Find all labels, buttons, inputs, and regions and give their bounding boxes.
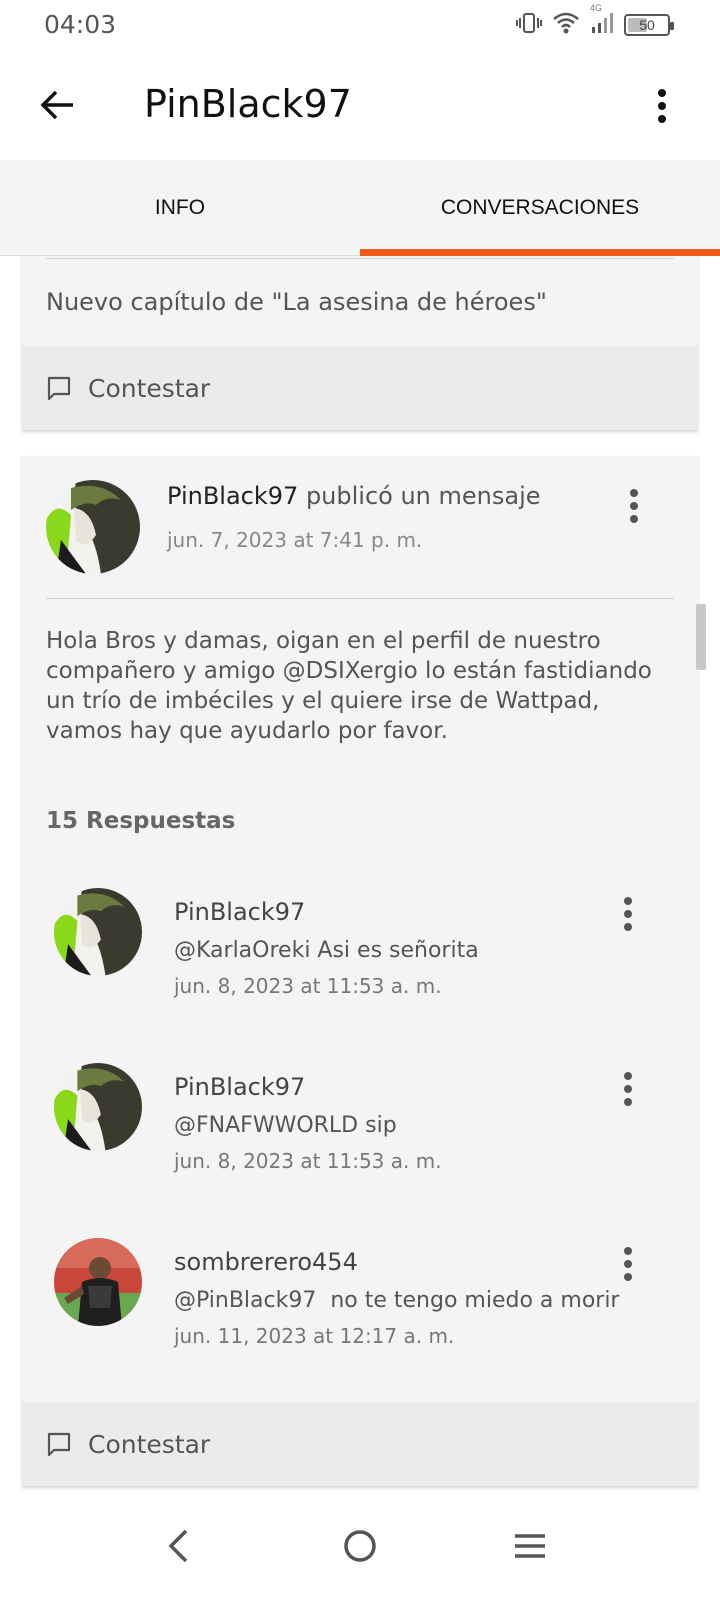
tab-bar: INFO CONVERSACIONES <box>0 160 720 256</box>
message-text: Nuevo capítulo de "La asesina de héroes" <box>46 288 547 316</box>
reply-author[interactable]: PinBlack97 <box>174 1073 305 1101</box>
tab-conversaciones[interactable]: CONVERSACIONES <box>360 160 720 256</box>
circle-home-icon <box>344 1530 376 1562</box>
network-type: 4G <box>590 2 603 13</box>
reply-author[interactable]: sombrerero454 <box>174 1248 358 1276</box>
reply-text: @FNAFWWORLD sip <box>174 1113 397 1138</box>
more-vert-icon <box>624 1072 632 1106</box>
post-menu-button[interactable] <box>618 484 650 528</box>
wifi-icon <box>552 11 580 40</box>
divider <box>46 598 674 599</box>
conversation-card: Nuevo capítulo de "La asesina de héroes"… <box>22 256 698 430</box>
divider <box>46 258 674 259</box>
reply-text: @PinBlack97 no te tengo miedo a morir <box>174 1288 620 1313</box>
conversation-feed[interactable]: Nuevo capítulo de "La asesina de héroes"… <box>0 256 720 1492</box>
reply-button[interactable]: Contestar <box>22 346 698 430</box>
cell-signal-icon: 4G <box>590 3 614 40</box>
reply-text: @KarlaOreki Asi es señorita <box>174 938 479 963</box>
status-icons: 4G 50 <box>516 3 674 40</box>
avatar[interactable] <box>54 1238 142 1326</box>
reply-date: jun. 8, 2023 at 11:53 a. m. <box>174 974 442 998</box>
comment-icon <box>47 1432 71 1457</box>
reply-label: Contestar <box>88 373 211 403</box>
battery-icon: 50 <box>624 14 674 36</box>
post-action: publicó un mensaje <box>305 482 541 510</box>
menu-icon <box>515 1534 545 1558</box>
more-vert-icon <box>630 489 638 523</box>
replies-count[interactable]: 15 Respuestas <box>46 808 235 834</box>
app-bar: PinBlack97 <box>0 52 720 160</box>
scrollbar-thumb[interactable] <box>696 604 706 670</box>
back-arrow-icon <box>40 90 73 120</box>
reply-button[interactable]: Contestar <box>22 1402 698 1486</box>
reply-menu-button[interactable] <box>612 1242 644 1286</box>
post-date: jun. 7, 2023 at 7:41 p. m. <box>167 528 423 552</box>
post-author[interactable]: PinBlack97 <box>167 482 298 510</box>
post-body: Hola Bros y damas, oigan en el perfil de… <box>46 628 652 744</box>
status-time: 04:03 <box>44 10 117 39</box>
more-vert-icon <box>624 1247 632 1281</box>
more-vert-icon <box>658 89 666 123</box>
overflow-menu-button[interactable] <box>640 82 684 130</box>
reply-item: PinBlack97 @FNAFWWORLD sip jun. 8, 2023 … <box>22 1063 698 1203</box>
reply-menu-button[interactable] <box>612 1067 644 1111</box>
nav-home-button[interactable] <box>330 1516 390 1576</box>
post-header: PinBlack97 publicó un mensaje <box>167 482 541 510</box>
conversation-card: PinBlack97 publicó un mensaje jun. 7, 20… <box>22 456 698 1486</box>
status-bar: 04:03 4G 50 <box>0 0 720 52</box>
avatar[interactable] <box>46 480 140 574</box>
reply-item: PinBlack97 @KarlaOreki Asi es señorita j… <box>22 888 698 1028</box>
chevron-left-icon <box>168 1529 188 1563</box>
back-button[interactable] <box>32 80 82 130</box>
system-nav-bar <box>0 1492 720 1600</box>
reply-date: jun. 8, 2023 at 11:53 a. m. <box>174 1149 442 1173</box>
reply-author[interactable]: PinBlack97 <box>174 898 305 926</box>
nav-menu-button[interactable] <box>500 1516 560 1576</box>
nav-back-button[interactable] <box>148 1516 208 1576</box>
avatar[interactable] <box>54 888 142 976</box>
reply-label: Contestar <box>88 1429 211 1459</box>
more-vert-icon <box>624 897 632 931</box>
reply-item: sombrerero454 @PinBlack97 no te tengo mi… <box>22 1238 698 1378</box>
reply-menu-button[interactable] <box>612 892 644 936</box>
tab-info[interactable]: INFO <box>0 160 360 255</box>
avatar[interactable] <box>54 1063 142 1151</box>
comment-icon <box>47 376 71 401</box>
vibrate-icon <box>516 11 542 40</box>
page-title: PinBlack97 <box>144 82 352 126</box>
battery-level: 50 <box>639 17 655 33</box>
reply-date: jun. 11, 2023 at 12:17 a. m. <box>174 1324 455 1348</box>
